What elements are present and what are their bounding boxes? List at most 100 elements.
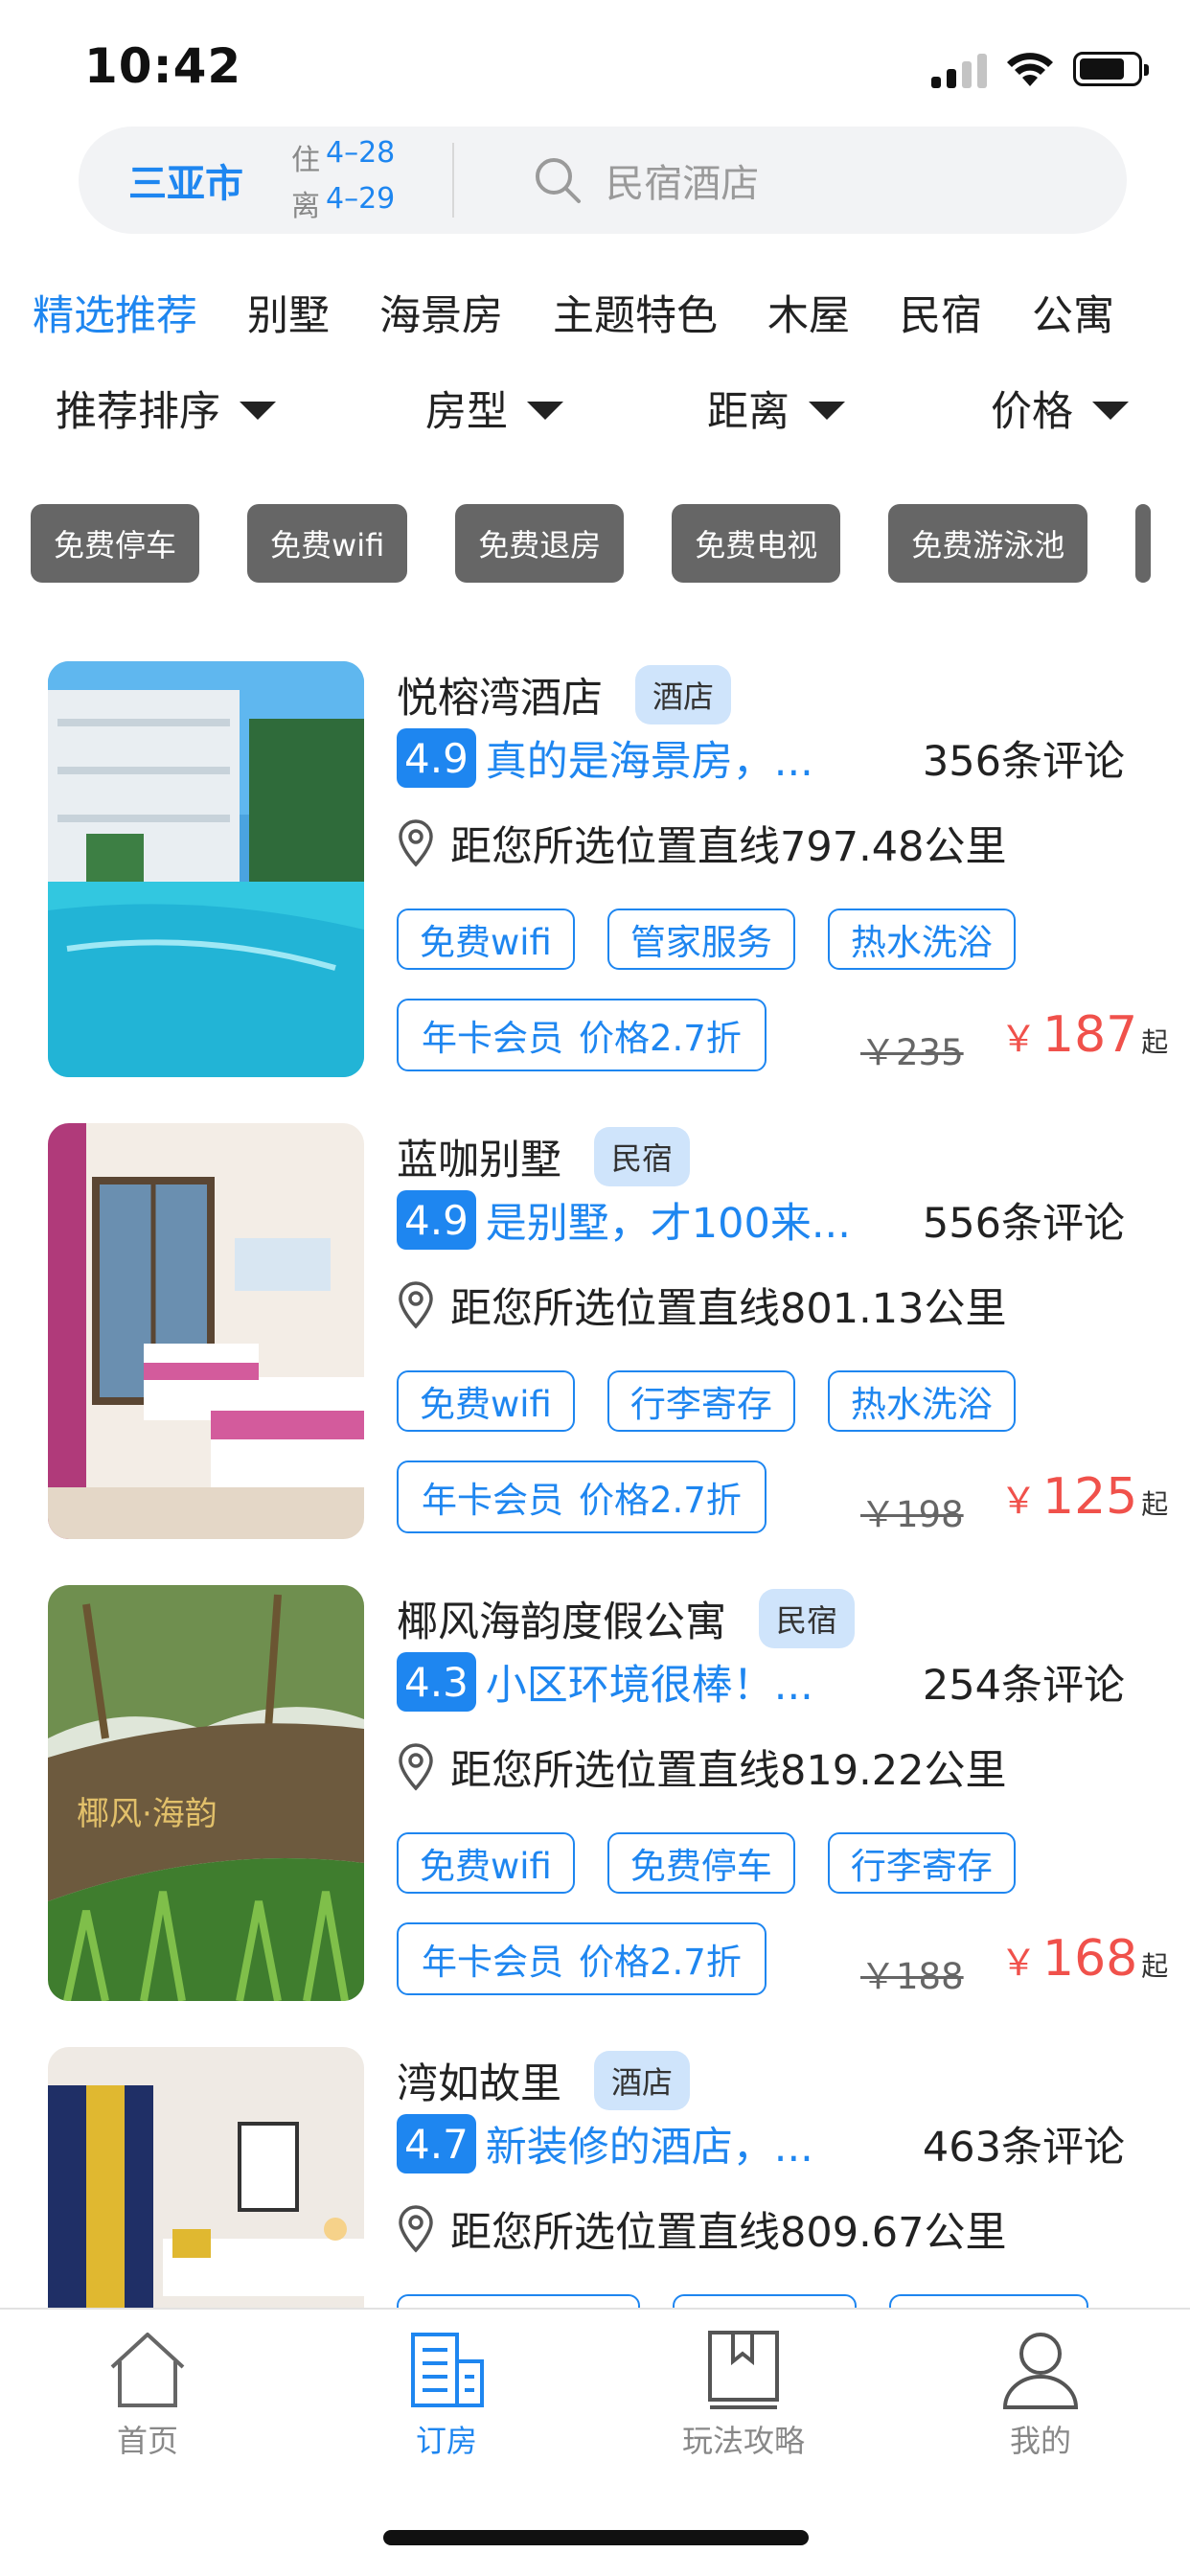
member-discount: 年卡会员 价格2.7折 [397,1922,767,1995]
checkin-date: 4–28 [326,136,396,170]
listing-card[interactable]: 蓝咖别墅 民宿 4.9 是别墅，才100来... 556条评论 距您所选位置直线… [0,1123,1190,1545]
book-icon [708,2331,779,2409]
member-price: 价格2.7折 [579,1480,742,1521]
distance-row: 距您所选位置直线819.22公里 [397,1738,1006,1796]
wifi-icon [1007,53,1053,86]
price-suffix: 起 [1141,1026,1169,1058]
nav-booking[interactable]: 订房 [351,2329,542,2461]
hotel-name: 悦榕湾酒店 [397,675,603,723]
filter-bar: 推荐排序 房型 距离 价格 [0,379,1190,446]
feature-tags: 免费wifi 管家服务 热水洗浴 [397,908,1016,970]
listing-card[interactable]: 湾如故里 酒店 4.7 新装修的酒店，... 463条评论 距您所选位置直线80… [0,2047,1190,2310]
twin-bedroom-photo[interactable] [48,1123,364,1539]
amenity-chips: 免费停车 免费wifi 免费退房 免费电视 免费游泳池 [31,504,1190,583]
filter-label: 房型 [425,388,508,436]
review-count[interactable]: 556条评论 [923,1190,1125,1250]
category-tabs: 精选推荐 别墅 海景房 主题特色 木屋 民宿 公寓 [33,283,1190,350]
nav-home[interactable]: 首页 [52,2329,243,2461]
status-time: 10:42 [84,38,242,94]
checkout-date: 4–29 [326,182,396,216]
nav-guides[interactable]: 玩法攻略 [648,2329,839,2461]
home-icon [110,2333,185,2407]
feature-tag: 免费wifi [397,1370,575,1432]
feature-tag: 行李寄存 [827,1832,1016,1894]
palm-sign-photo[interactable]: 椰风·海韵 [48,1585,364,2001]
price-amount: 125 [1042,1468,1138,1526]
price: ￥ 168 起 [1000,1930,1168,1988]
tab-homestay[interactable]: 民宿 [900,283,982,350]
listing-list: 悦榕湾酒店 酒店 4.9 真的是海景房，... 356条评论 距您所选位置直线7… [0,661,1190,2310]
tab-sea-view[interactable]: 海景房 [379,283,503,350]
hotel-name: 蓝咖别墅 [397,1137,561,1184]
distance-text: 距您所选位置直线819.22公里 [450,1747,1007,1795]
chip-free-wifi[interactable]: 免费wifi [247,504,408,583]
date-selector[interactable]: 住 4–28 离 4–29 [291,136,395,224]
bedroom-curtain-photo[interactable] [48,2047,364,2310]
listing-card[interactable]: 椰风·海韵 椰风海韵度假公寓 民宿 4.3 小区环境很棒！... 254条评论 … [0,1585,1190,2007]
tab-theme[interactable]: 主题特色 [553,283,718,350]
feature-tag: 热水洗浴 [827,1370,1016,1432]
caret-down-icon [809,401,845,420]
building-icon [411,2333,484,2407]
feature-tag: 管家服务 [606,908,795,970]
type-badge: 民宿 [594,1127,691,1186]
review-count[interactable]: 254条评论 [923,1652,1125,1712]
type-badge: 酒店 [635,665,732,724]
review-count[interactable]: 356条评论 [923,728,1125,788]
search-input[interactable]: 民宿酒店 [606,152,759,208]
search-icon[interactable] [531,153,584,207]
distance-text: 距您所选位置直线801.13公里 [450,1285,1007,1333]
filter-room-type[interactable]: 房型 [425,379,563,438]
price-currency: ￥ [1000,1942,1038,1984]
distance-row: 距您所选位置直线809.67公里 [397,2200,1006,2258]
filter-price[interactable]: 价格 [991,379,1129,438]
listing-card[interactable]: 悦榕湾酒店 酒店 4.9 真的是海景房，... 356条评论 距您所选位置直线7… [0,661,1190,1083]
nav-profile[interactable]: 我的 [945,2329,1136,2461]
pool-hotel-photo[interactable] [48,661,364,1077]
tab-featured[interactable]: 精选推荐 [33,283,197,350]
nav-label: 玩法攻略 [681,2423,805,2459]
review-row: 4.9 真的是海景房，... 356条评论 [397,726,1125,790]
chip-free-pool[interactable]: 免费游泳池 [888,504,1088,583]
location-pin-icon [399,2205,433,2253]
tab-apartment[interactable]: 公寓 [1032,283,1114,350]
chip-free-tv[interactable]: 免费电视 [672,504,841,583]
rating-badge: 4.7 [397,2114,476,2174]
review-snippet: 小区环境很棒！... [485,1662,813,1710]
review-count[interactable]: 463条评论 [923,2114,1125,2174]
filter-distance[interactable]: 距离 [707,379,845,438]
filter-sort[interactable]: 推荐排序 [56,379,276,438]
rating-badge: 4.3 [397,1652,476,1712]
tab-cabin[interactable]: 木屋 [767,283,850,350]
review-snippet: 新装修的酒店，... [485,2124,813,2172]
location-pin-icon [399,819,433,867]
feature-tag: 行李寄存 [606,1370,795,1432]
sign-text: 椰风·海韵 [77,1795,217,1833]
filter-label: 距离 [707,388,790,436]
member-discount: 年卡会员 价格2.7折 [397,1460,767,1533]
city-selector[interactable]: 三亚市 [128,152,243,208]
tab-villa[interactable]: 别墅 [247,283,330,350]
hotel-name: 湾如故里 [397,2060,561,2108]
type-badge: 酒店 [594,2051,691,2110]
price: ￥ 187 起 [1000,1006,1168,1064]
review-row: 4.7 新装修的酒店，... 463条评论 [397,2112,1125,2175]
location-pin-icon [399,1281,433,1329]
price-suffix: 起 [1141,1488,1169,1520]
battery-icon [1073,52,1149,86]
member-label: 年卡会员 [422,1942,563,1983]
nav-label: 订房 [415,2423,477,2459]
caret-down-icon [240,401,276,420]
feature-tag: 免费wifi [397,1832,575,1894]
home-indicator[interactable] [383,2530,809,2545]
chip-free-parking[interactable]: 免费停车 [31,504,200,583]
feature-tag: 免费wifi [397,908,575,970]
status-icons [931,50,1149,88]
rating-badge: 4.9 [397,728,476,788]
member-price: 价格2.7折 [579,1018,742,1059]
checkout-label: 离 [291,190,320,223]
title-row: 湾如故里 酒店 [397,2047,691,2114]
chip-free-checkout[interactable]: 免费退房 [455,504,625,583]
distance-row: 距您所选位置直线797.48公里 [397,815,1006,872]
chip-more[interactable] [1135,504,1152,583]
